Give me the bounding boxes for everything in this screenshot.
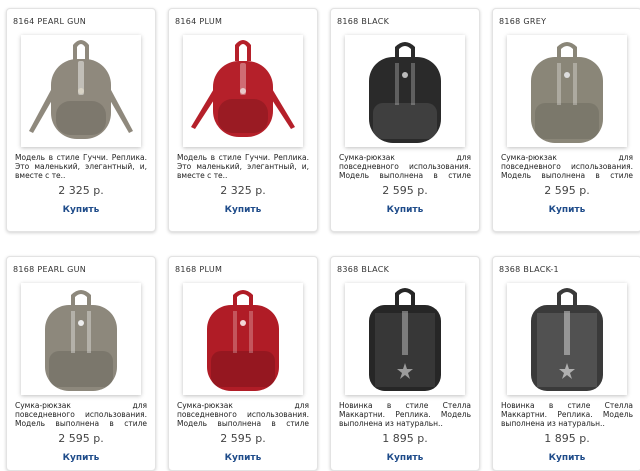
- buy-button[interactable]: Купить: [7, 205, 155, 215]
- product-image[interactable]: [183, 283, 303, 395]
- product-description: Новинка в стиле Стелла Маккартни. Реплик…: [339, 401, 471, 428]
- product-card[interactable]: 8164 PEARL GUN Модель в стиле Гуччи. Реп…: [6, 8, 156, 232]
- product-description: Сумка-рюкзак для повседневного использов…: [177, 401, 309, 428]
- product-card[interactable]: 8168 GREY Сумка-рюкзак для повседневного…: [492, 8, 640, 232]
- backpack-image: [531, 42, 603, 143]
- backpack-image: [45, 290, 117, 391]
- backpack-image: [369, 288, 441, 391]
- backpack-image: [207, 290, 279, 391]
- product-title[interactable]: 8164 PLUM: [169, 9, 317, 31]
- product-description: Сумка-рюкзак для повседневного использов…: [15, 401, 147, 428]
- backpack-image: [531, 288, 603, 391]
- product-price: 2 325 р.: [220, 184, 266, 197]
- product-price: 1 895 р.: [382, 432, 428, 445]
- product-price: 2 325 р.: [58, 184, 104, 197]
- buy-button[interactable]: Купить: [493, 205, 640, 215]
- buy-button[interactable]: Купить: [169, 205, 317, 215]
- product-description: Модель в стиле Гуччи. Реплика. Это мален…: [177, 153, 309, 180]
- product-card[interactable]: 8168 PLUM Сумка-рюкзак для повседневного…: [168, 256, 318, 471]
- product-title[interactable]: 8168 BLACK: [331, 9, 479, 31]
- product-title[interactable]: 8164 PEARL GUN: [7, 9, 155, 31]
- backpack-image: [191, 40, 295, 137]
- product-title[interactable]: 8168 PLUM: [169, 257, 317, 279]
- buy-button[interactable]: Купить: [169, 453, 317, 463]
- backpack-image: [29, 40, 133, 139]
- backpack-image: [369, 42, 441, 143]
- buy-button[interactable]: Купить: [7, 453, 155, 463]
- product-price: 2 595 р.: [544, 184, 590, 197]
- product-price: 2 595 р.: [382, 184, 428, 197]
- product-image[interactable]: [507, 283, 627, 395]
- product-description: Сумка-рюкзак для повседневного использов…: [339, 153, 471, 180]
- product-card[interactable]: 8168 BLACK Сумка-рюкзак для повседневног…: [330, 8, 480, 232]
- product-image[interactable]: [507, 35, 627, 147]
- product-description: Модель в стиле Гуччи. Реплика. Это мален…: [15, 153, 147, 180]
- product-image[interactable]: [345, 283, 465, 395]
- product-card[interactable]: 8368 BLACK Новинка в стиле Стелла Маккар…: [330, 256, 480, 471]
- product-image[interactable]: [21, 283, 141, 395]
- product-card[interactable]: 8168 PEARL GUN Сумка-рюкзак для повседне…: [6, 256, 156, 471]
- product-card[interactable]: 8368 BLACK-1 Новинка в стиле Стелла Макк…: [492, 256, 640, 471]
- product-price: 1 895 р.: [544, 432, 590, 445]
- product-image[interactable]: [183, 35, 303, 147]
- product-card[interactable]: 8164 PLUM Модель в стиле Гуччи. Реплика.…: [168, 8, 318, 232]
- product-image[interactable]: [21, 35, 141, 147]
- product-title[interactable]: 8168 PEARL GUN: [7, 257, 155, 279]
- product-price: 2 595 р.: [58, 432, 104, 445]
- product-title[interactable]: 8368 BLACK-1: [493, 257, 640, 279]
- buy-button[interactable]: Купить: [493, 453, 640, 463]
- buy-button[interactable]: Купить: [331, 453, 479, 463]
- buy-button[interactable]: Купить: [331, 205, 479, 215]
- product-description: Сумка-рюкзак для повседневного использов…: [501, 153, 633, 180]
- product-price: 2 595 р.: [220, 432, 266, 445]
- product-title[interactable]: 8168 GREY: [493, 9, 640, 31]
- product-image[interactable]: [345, 35, 465, 147]
- product-description: Новинка в стиле Стелла Маккартни. Реплик…: [501, 401, 633, 428]
- product-title[interactable]: 8368 BLACK: [331, 257, 479, 279]
